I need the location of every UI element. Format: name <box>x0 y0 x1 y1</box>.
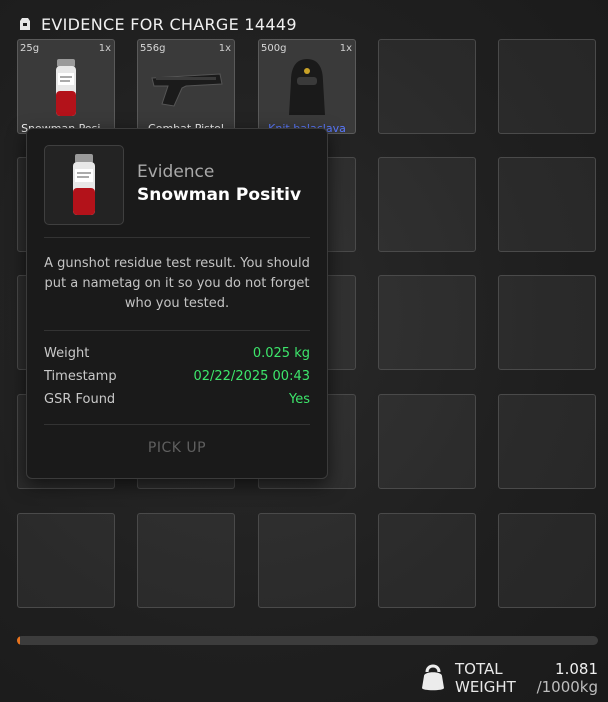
inventory-slot-3[interactable]: 500g 1x Knit balaclava <box>258 39 356 134</box>
detail-value: 0.025 kg <box>252 346 310 361</box>
max-weight: /1000kg <box>536 678 598 696</box>
inventory-slot-20[interactable] <box>498 394 596 489</box>
inventory-slot-1[interactable]: 25g 1x Snowman Posi... <box>17 39 115 134</box>
inventory-slot-5[interactable] <box>498 39 596 134</box>
detail-label: Weight <box>44 346 90 361</box>
weight-progress-fill <box>17 636 20 645</box>
divider <box>44 237 310 238</box>
item-quantity: 1x <box>218 43 231 54</box>
item-weight: 500g <box>261 43 287 54</box>
inventory-slot-22[interactable] <box>137 513 235 608</box>
tooltip-item-thumbnail <box>44 145 124 225</box>
divider <box>44 330 310 331</box>
detail-value: Yes <box>289 392 310 407</box>
balaclava-icon <box>259 56 355 119</box>
inventory-slot-10[interactable] <box>498 157 596 252</box>
gsr-test-vial-icon <box>18 56 114 119</box>
inventory-slot-2[interactable]: 556g 1x Combat Pistol <box>137 39 235 134</box>
inventory-slot-23[interactable] <box>258 513 356 608</box>
inventory-slot-9[interactable] <box>378 157 476 252</box>
inventory-slot-14[interactable] <box>378 275 476 370</box>
evidence-bag-icon <box>17 16 33 32</box>
item-quantity: 1x <box>98 43 111 54</box>
detail-value: 02/22/2025 00:43 <box>193 369 310 384</box>
pick-up-button[interactable]: PICK UP <box>27 440 327 456</box>
item-weight: 25g <box>20 43 40 54</box>
total-weight-label: WEIGHT <box>455 678 516 696</box>
detail-row-timestamp: Timestamp 02/22/2025 00:43 <box>44 369 310 389</box>
item-quantity: 1x <box>339 43 352 54</box>
detail-label: Timestamp <box>44 369 117 384</box>
inventory-slot-25[interactable] <box>498 513 596 608</box>
detail-row-gsr-found: GSR Found Yes <box>44 392 310 412</box>
tooltip-item-category: Evidence <box>137 162 215 182</box>
inventory-slot-4[interactable] <box>378 39 476 134</box>
item-weight: 556g <box>140 43 166 54</box>
inventory-slot-15[interactable] <box>498 275 596 370</box>
detail-label: GSR Found <box>44 392 116 407</box>
tooltip-item-name: Snowman Positiv <box>137 185 302 205</box>
divider <box>44 424 310 425</box>
inventory-title: EVIDENCE FOR CHARGE 14449 <box>41 14 297 34</box>
gsr-test-vial-icon <box>73 154 95 215</box>
tooltip-item-description: A gunshot residue test result. You shoul… <box>44 256 310 311</box>
total-weight-label: TOTAL <box>455 660 503 678</box>
capacity-footer: TOTAL WEIGHT 1.081 /1000kg <box>420 658 600 698</box>
weight-progress-bar <box>17 636 598 645</box>
inventory-slot-21[interactable] <box>17 513 115 608</box>
kettlebell-icon <box>420 662 446 696</box>
pistol-icon <box>138 56 234 119</box>
inventory-slot-19[interactable] <box>378 394 476 489</box>
detail-row-weight: Weight 0.025 kg <box>44 346 310 366</box>
inventory-slot-24[interactable] <box>378 513 476 608</box>
item-tooltip: Evidence Snowman Positiv A gunshot resid… <box>26 128 328 479</box>
inventory-header: EVIDENCE FOR CHARGE 14449 <box>17 12 297 36</box>
current-weight: 1.081 <box>555 660 598 678</box>
